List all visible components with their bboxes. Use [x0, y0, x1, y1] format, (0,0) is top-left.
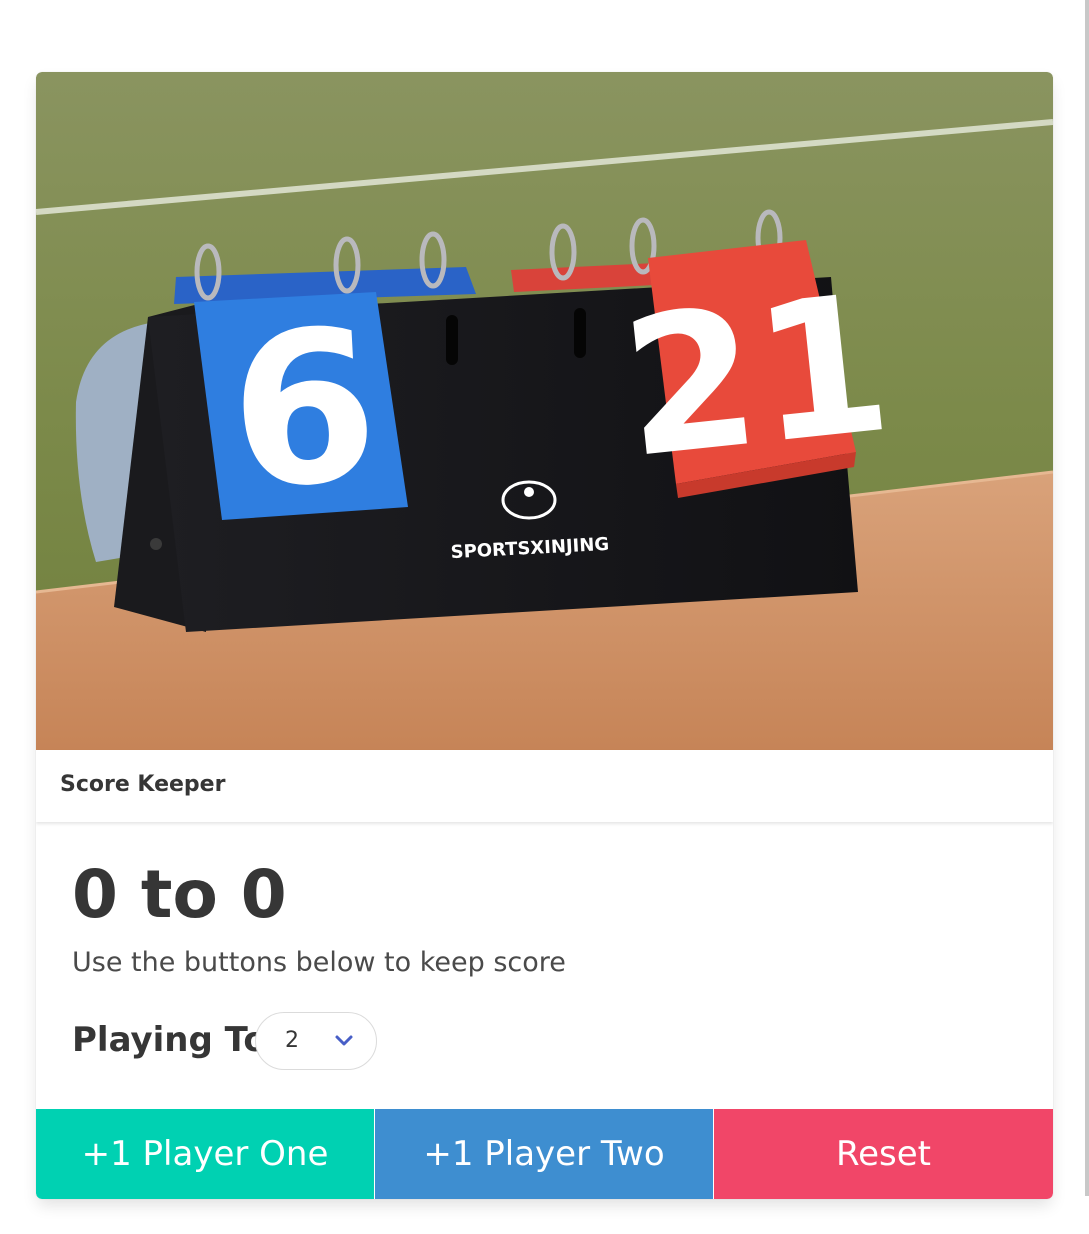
reset-button[interactable]: Reset	[714, 1109, 1053, 1199]
chevron-down-icon	[335, 1035, 353, 1046]
player-one-button[interactable]: +1 Player One	[36, 1109, 374, 1199]
score-display: 0 to 0	[72, 856, 287, 933]
playing-to-label: Playing To	[72, 1020, 267, 1060]
score-subtitle: Use the buttons below to keep score	[72, 947, 566, 978]
left-card-digit: 6	[224, 283, 383, 535]
card-footer: +1 Player One +1 Player Two Reset	[36, 1109, 1053, 1199]
right-card-digit: 21	[613, 253, 899, 500]
playing-to-select[interactable]: 2	[255, 1012, 377, 1070]
card-title: Score Keeper	[60, 772, 226, 797]
page-scrollbar[interactable]	[1085, 0, 1089, 1196]
player-two-button[interactable]: +1 Player Two	[375, 1109, 713, 1199]
scoreboard-photo: 6 21 SPORTSXINJING	[36, 72, 1053, 750]
score-keeper-card: 6 21 SPORTSXINJING Score Keeper 0 to 0 U…	[36, 72, 1053, 1199]
card-header: Score Keeper	[36, 750, 1053, 822]
playing-to-value: 2	[285, 1028, 299, 1053]
